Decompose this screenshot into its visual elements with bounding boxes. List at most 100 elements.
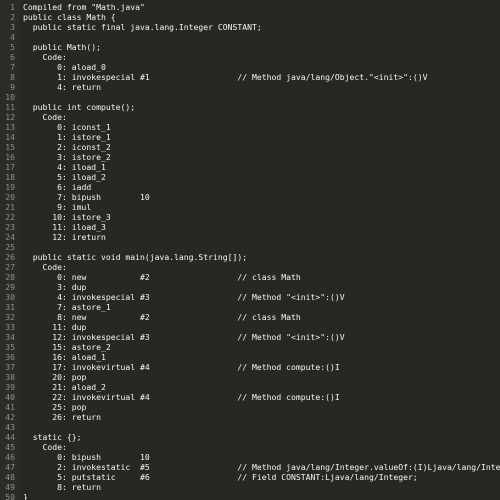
code-line[interactable]: 12 Code: (0, 112, 500, 122)
code-line[interactable]: 20 7: bipush 10 (0, 192, 500, 202)
line-number: 32 (5, 312, 15, 322)
code-line[interactable]: 34 12: invokespecial #3 // Method "<init… (0, 332, 500, 342)
code-line[interactable]: 14 1: istore_1 (0, 132, 500, 142)
line-text: 5: putstatic #6 // Field CONSTANT:Ljava/… (23, 472, 418, 482)
line-number: 23 (5, 222, 15, 232)
line-text: 2: iconst_2 (23, 142, 111, 152)
code-line[interactable]: 11 public int compute(); (0, 102, 500, 112)
line-text: 2: invokestatic #5 // Method java/lang/I… (23, 462, 500, 472)
code-line[interactable]: 26 public static void main(java.lang.Str… (0, 252, 500, 262)
line-text: 0: iconst_1 (23, 122, 111, 132)
line-text: 11: dup (23, 322, 87, 332)
code-line[interactable]: 33 11: dup (0, 322, 500, 332)
code-line[interactable]: 16 3: istore_2 (0, 152, 500, 162)
code-line[interactable]: 31 7: astore_1 (0, 302, 500, 312)
line-text: 10: istore_3 (23, 212, 111, 222)
line-text: 12: ireturn (23, 232, 106, 242)
code-line[interactable]: 3 public static final java.lang.Integer … (0, 22, 500, 32)
code-line[interactable]: 37 17: invokevirtual #4 // Method comput… (0, 362, 500, 372)
line-text: Code: (23, 262, 67, 272)
line-number: 16 (5, 152, 15, 162)
code-line[interactable]: 22 10: istore_3 (0, 212, 500, 222)
code-line[interactable]: 35 15: astore_2 (0, 342, 500, 352)
line-number: 6 (10, 52, 15, 62)
line-text: 12: invokespecial #3 // Method "<init>":… (23, 332, 345, 342)
line-number: 10 (5, 92, 15, 102)
code-line[interactable]: 38 20: pop (0, 372, 500, 382)
line-text: 3: dup (23, 282, 87, 292)
code-line[interactable]: 19 6: iadd (0, 182, 500, 192)
code-line[interactable]: 7 0: aload_0 (0, 62, 500, 72)
code-line[interactable]: 28 0: new #2 // class Math (0, 272, 500, 282)
line-number: 42 (5, 412, 15, 422)
line-number: 48 (5, 472, 15, 482)
line-text: 7: astore_1 (23, 302, 111, 312)
line-text: 8: return (23, 482, 101, 492)
line-number: 36 (5, 352, 15, 362)
line-number: 29 (5, 282, 15, 292)
code-line[interactable]: 47 2: invokestatic #5 // Method java/lan… (0, 462, 500, 472)
code-line[interactable]: 40 22: invokevirtual #4 // Method comput… (0, 392, 500, 402)
code-line[interactable]: 13 0: iconst_1 (0, 122, 500, 132)
code-line[interactable]: 4 (0, 32, 500, 42)
code-line[interactable]: 49 8: return (0, 482, 500, 492)
line-text: 22: invokevirtual #4 // Method compute:(… (23, 392, 340, 402)
line-number: 50 (5, 492, 15, 500)
code-line[interactable]: 23 11: iload_3 (0, 222, 500, 232)
line-number: 12 (5, 112, 15, 122)
code-line[interactable]: 43 (0, 422, 500, 432)
line-number: 46 (5, 452, 15, 462)
code-line[interactable]: 32 8: new #2 // class Math (0, 312, 500, 322)
code-line[interactable]: 17 4: iload_1 (0, 162, 500, 172)
code-editor[interactable]: 1 Compiled from "Math.java" 2 public class … (0, 0, 500, 500)
line-text: 4: iload_1 (23, 162, 106, 172)
line-number: 28 (5, 272, 15, 282)
code-line[interactable]: 15 2: iconst_2 (0, 142, 500, 152)
line-number: 11 (5, 102, 15, 112)
code-line[interactable]: 24 12: ireturn (0, 232, 500, 242)
code-line[interactable]: 42 26: return (0, 412, 500, 422)
line-text: 17: invokevirtual #4 // Method compute:(… (23, 362, 340, 372)
code-line[interactable]: 30 4: invokespecial #3 // Method "<init>… (0, 292, 500, 302)
code-line[interactable]: 21 9: imul (0, 202, 500, 212)
code-line[interactable]: 1 Compiled from "Math.java" (0, 2, 500, 12)
line-number: 37 (5, 362, 15, 372)
code-line[interactable]: 2 public class Math { (0, 12, 500, 22)
line-number: 25 (5, 242, 15, 252)
line-text: public class Math { (23, 12, 116, 22)
code-line[interactable]: 10 (0, 92, 500, 102)
code-line[interactable]: 41 25: pop (0, 402, 500, 412)
code-line[interactable]: 18 5: iload_2 (0, 172, 500, 182)
line-text: 1: istore_1 (23, 132, 111, 142)
line-text: 6: iadd (23, 182, 92, 192)
line-number: 26 (5, 252, 15, 262)
code-line[interactable]: 45 Code: (0, 442, 500, 452)
code-line[interactable]: 39 21: aload_2 (0, 382, 500, 392)
code-line[interactable]: 8 1: invokespecial #1 // Method java/lan… (0, 72, 500, 82)
code-line[interactable]: 50} (0, 492, 500, 500)
code-line[interactable]: 46 0: bipush 10 (0, 452, 500, 462)
code-line[interactable]: 44 static {}; (0, 432, 500, 442)
line-text: 15: astore_2 (23, 342, 111, 352)
code-line[interactable]: 6 Code: (0, 52, 500, 62)
line-number: 38 (5, 372, 15, 382)
code-lines[interactable]: 1 Compiled from "Math.java" 2 public class … (0, 2, 500, 500)
line-text: public static void main(java.lang.String… (23, 252, 248, 262)
line-text: public static final java.lang.Integer CO… (23, 22, 262, 32)
line-number: 21 (5, 202, 15, 212)
line-number: 14 (5, 132, 15, 142)
code-line[interactable]: 5 public Math(); (0, 42, 500, 52)
code-line[interactable]: 27 Code: (0, 262, 500, 272)
line-number: 7 (10, 62, 15, 72)
line-number: 2 (10, 12, 15, 22)
code-line[interactable]: 48 5: putstatic #6 // Field CONSTANT:Lja… (0, 472, 500, 482)
code-line[interactable]: 36 16: aload_1 (0, 352, 500, 362)
line-number: 17 (5, 162, 15, 172)
code-line[interactable]: 9 4: return (0, 82, 500, 92)
line-text: Code: (23, 442, 67, 452)
code-line[interactable]: 25 (0, 242, 500, 252)
code-line[interactable]: 29 3: dup (0, 282, 500, 292)
line-number: 49 (5, 482, 15, 492)
line-text: 8: new #2 // class Math (23, 312, 301, 322)
line-number: 4 (10, 32, 15, 42)
